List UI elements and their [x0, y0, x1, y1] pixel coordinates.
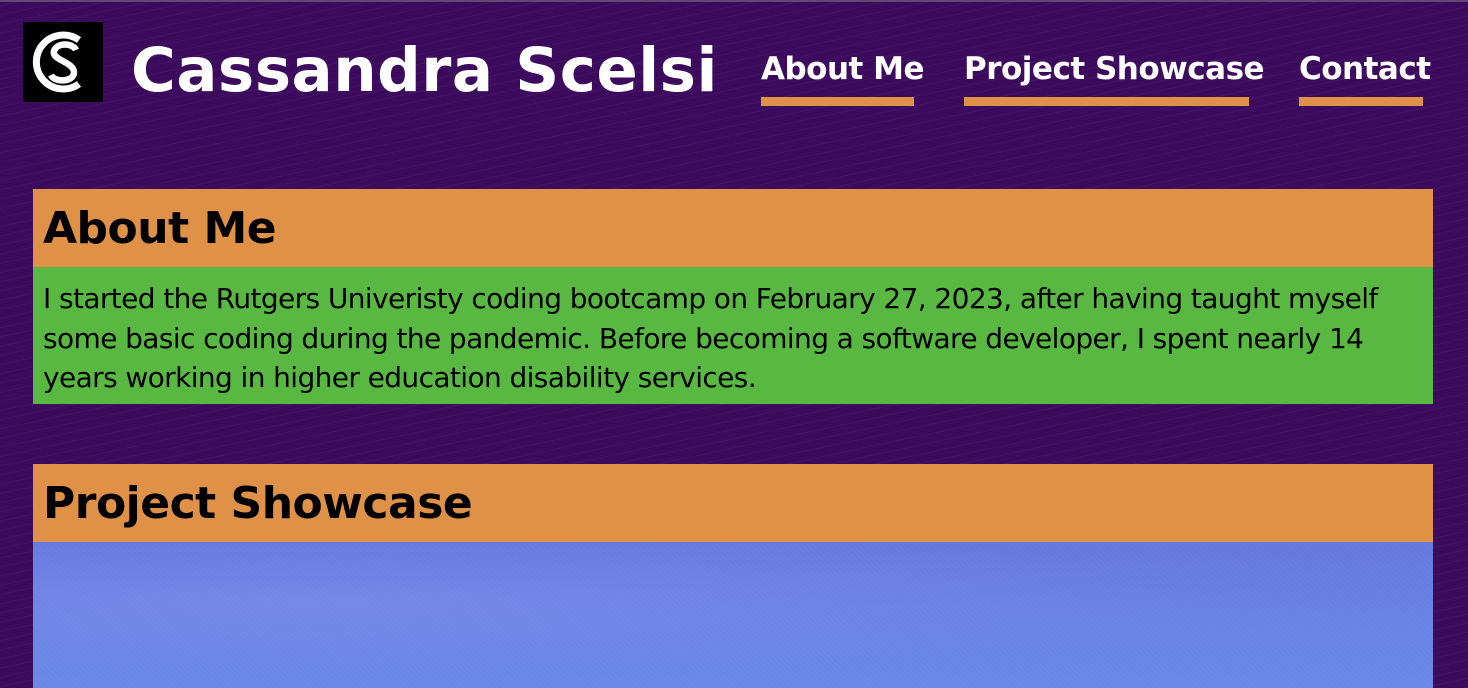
site-header: Cassandra Scelsi About Me Project Showca…: [0, 0, 1468, 140]
nav-project-showcase[interactable]: Project Showcase: [964, 50, 1265, 106]
site-title: Cassandra Scelsi: [131, 35, 718, 106]
project-preview-image[interactable]: [33, 542, 1433, 688]
project-showcase-heading: Project Showcase: [33, 464, 1433, 542]
cs-monogram-icon: [32, 31, 82, 93]
about-heading: About Me: [33, 189, 1433, 267]
nav-about-me[interactable]: About Me: [761, 50, 925, 106]
project-showcase-section: Project Showcase: [33, 464, 1433, 688]
nav-contact[interactable]: Contact: [1299, 50, 1431, 106]
about-body: I started the Rutgers Univeristy coding …: [33, 267, 1433, 404]
logo[interactable]: [23, 22, 103, 102]
about-section: About Me I started the Rutgers Univerist…: [33, 189, 1433, 404]
